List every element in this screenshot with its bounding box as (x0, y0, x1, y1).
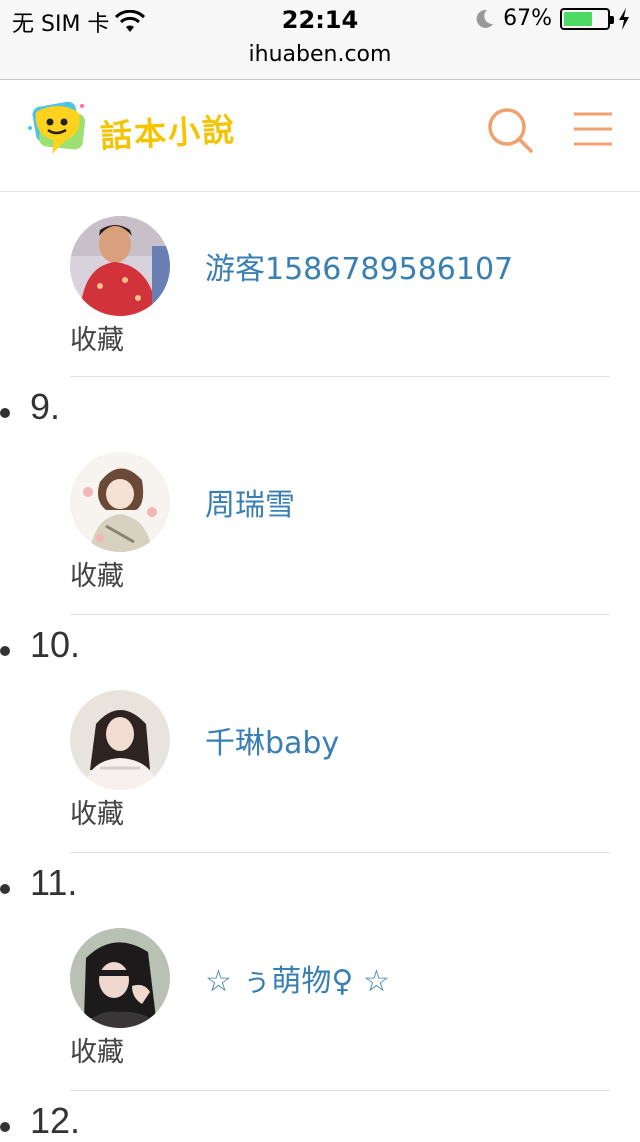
avatar-image (70, 452, 170, 552)
username-link[interactable]: 千琳baby (205, 718, 339, 762)
favorite-action: 收藏 (70, 1037, 124, 1068)
username-link[interactable]: 游客1586789586107 (205, 244, 513, 288)
logo-text: 話本小說 (99, 110, 238, 156)
username-link[interactable]: 周瑞雪 (205, 480, 295, 524)
avatar[interactable] (70, 216, 170, 316)
favorite-action: 收藏 (70, 561, 124, 592)
charging-icon (619, 7, 629, 30)
divider (70, 852, 610, 853)
favorite-action: 收藏 (70, 799, 124, 830)
list-item: 11. ☆ ぅ萌物♀ ☆ 收藏 (0, 854, 640, 1092)
avatar[interactable] (70, 928, 170, 1028)
battery-icon (560, 7, 614, 30)
rank-number: 11. (30, 862, 78, 903)
rank-number: 10. (30, 624, 81, 665)
site-header: 話本小說 (0, 80, 640, 192)
list-bullet (0, 646, 10, 656)
menu-icon[interactable] (572, 110, 614, 148)
search-icon[interactable] (486, 106, 534, 154)
site-logo[interactable]: 話本小說 (26, 98, 238, 164)
avatar-image (70, 690, 170, 790)
rank-number: 9. (30, 386, 61, 427)
url-host[interactable]: ihuaben.com (249, 42, 392, 67)
list-item: 游客1586789586107 收藏 (0, 192, 640, 378)
avatar[interactable] (70, 452, 170, 552)
list-item: 12. (0, 1092, 640, 1141)
status-bar: 无 SIM 卡 22:14 67% (0, 0, 640, 40)
avatar-image (70, 928, 170, 1028)
username-link[interactable]: ☆ ぅ萌物♀ ☆ (205, 956, 390, 1000)
list-bullet (0, 884, 10, 894)
battery-percent: 67% (503, 6, 552, 31)
status-right: 67% (473, 6, 630, 31)
divider (70, 376, 610, 377)
divider (70, 614, 610, 615)
avatar[interactable] (70, 690, 170, 790)
divider (70, 1090, 610, 1091)
avatar-image (70, 216, 170, 316)
list-bullet (0, 1122, 10, 1132)
url-bar[interactable]: ihuaben.com (0, 40, 640, 80)
battery-level (564, 11, 593, 26)
list-item: 10. 千琳baby 收藏 (0, 616, 640, 854)
moon-icon (476, 9, 494, 28)
logo-speech-bubble-icon (28, 101, 85, 154)
list-bullet (0, 408, 10, 418)
favorite-action: 收藏 (70, 325, 124, 356)
list-item: 9. 周瑞雪 收藏 (0, 378, 640, 616)
battery-nub (610, 15, 614, 24)
